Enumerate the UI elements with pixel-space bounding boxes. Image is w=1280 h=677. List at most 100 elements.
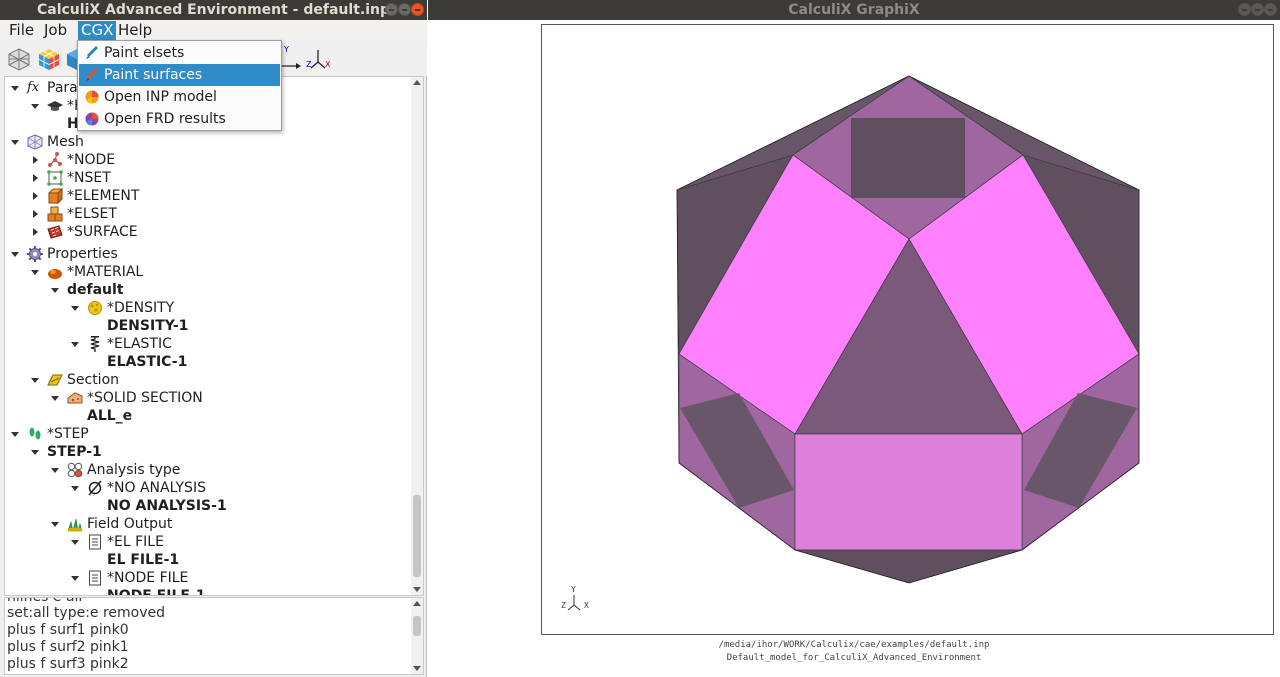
footer-description: Default_model_for_CalculiX_Advanced_Envi… bbox=[726, 653, 982, 663]
tree-item-label: *NSET bbox=[67, 170, 111, 186]
tree-item-label: *ELSET bbox=[67, 206, 117, 222]
maximize-button[interactable] bbox=[398, 3, 411, 16]
tree-item-elset[interactable]: *ELSET bbox=[5, 205, 405, 223]
tree-item-density-1[interactable]: DENSITY-1 bbox=[5, 317, 405, 335]
spring-icon bbox=[90, 336, 100, 352]
footsteps-icon bbox=[29, 427, 41, 440]
tree-item-section[interactable]: Section bbox=[5, 371, 405, 389]
tree-item-nset[interactable]: *NSET bbox=[5, 169, 405, 187]
triad-axis bbox=[567, 604, 575, 611]
graphix-title: CalculiX GraphiX bbox=[428, 0, 1280, 20]
maximize-button[interactable] bbox=[1251, 3, 1264, 16]
tree-item-density[interactable]: *DENSITY bbox=[5, 299, 405, 317]
tree-item-elastic-1[interactable]: ELASTIC-1 bbox=[5, 353, 405, 371]
log-scroll-thumb[interactable] bbox=[413, 616, 421, 636]
tree-item-label: *MATERIAL bbox=[67, 264, 144, 280]
tree-item-label: *ELEMENT bbox=[67, 188, 140, 204]
tree-item-analysis-type[interactable]: Analysis type bbox=[5, 461, 405, 479]
tree-item-step-1[interactable]: STEP-1 bbox=[5, 443, 405, 461]
footer-file-path: /media/ihor/WORK/Calculix/cae/examples/d… bbox=[718, 640, 990, 650]
close-button[interactable] bbox=[411, 3, 424, 16]
element-icon bbox=[47, 188, 63, 204]
triad-label-y: Y bbox=[571, 585, 576, 594]
tree-item-label: DENSITY-1 bbox=[107, 318, 189, 334]
tree-item-node[interactable]: *NODE bbox=[5, 151, 405, 169]
menu-file[interactable]: File bbox=[6, 21, 37, 40]
window-title: CalculiX Advanced Environment - default.… bbox=[0, 0, 427, 20]
model-tree[interactable]: fx Para *H H Mesh *NODE *NSET *ELEMENT *… bbox=[4, 76, 424, 596]
menu-help[interactable]: Help bbox=[115, 21, 155, 40]
tree-item-step[interactable]: *STEP bbox=[5, 425, 405, 443]
tree-item-all-e[interactable]: ALL_e bbox=[5, 407, 405, 425]
tree-item-no-analysis[interactable]: *NO ANALYSIS bbox=[5, 479, 405, 497]
analysis-icon bbox=[67, 462, 83, 478]
mesh-icon bbox=[27, 134, 43, 150]
face bbox=[794, 549, 1023, 584]
scroll-down-icon[interactable] bbox=[413, 587, 421, 592]
graphics-viewport[interactable]: Y Z X bbox=[541, 24, 1274, 635]
tree-item-label: ELASTIC-1 bbox=[107, 354, 188, 370]
elset-icon bbox=[47, 206, 63, 222]
menu-item-paint-surfaces[interactable]: Paint surfaces bbox=[79, 64, 280, 86]
tree-item-el-file[interactable]: *EL FILE bbox=[5, 533, 405, 551]
graduation-cap-icon bbox=[47, 101, 63, 111]
paint-elsets-icon bbox=[86, 45, 99, 59]
empty-set-icon bbox=[88, 480, 102, 496]
tree-item-label: NO ANALYSIS-1 bbox=[107, 498, 227, 514]
close-button[interactable] bbox=[1264, 3, 1277, 16]
tree-item-properties[interactable]: Properties bbox=[5, 245, 405, 263]
face bbox=[851, 118, 965, 198]
tree-item-mesh[interactable]: Mesh bbox=[5, 133, 405, 151]
tree-item-material[interactable]: *MATERIAL bbox=[5, 263, 405, 281]
density-icon bbox=[88, 301, 102, 315]
mesh-cube-icon[interactable] bbox=[7, 47, 31, 71]
tree-item-el-file-1[interactable]: EL FILE-1 bbox=[5, 551, 405, 569]
paint-surfaces-icon bbox=[86, 67, 99, 81]
tree-item-label: Analysis type bbox=[87, 462, 181, 478]
menu-item-open-inp[interactable]: Open INP model bbox=[79, 86, 280, 108]
menu-item-open-frd[interactable]: Open FRD results bbox=[79, 108, 280, 130]
tree-item-label: EL FILE-1 bbox=[107, 552, 180, 568]
menu-item-label: Paint surfaces bbox=[104, 67, 203, 83]
gear-icon bbox=[27, 246, 43, 262]
triad-label-x: X bbox=[584, 601, 589, 610]
log-line: plus f surf1 pink0 bbox=[7, 622, 129, 638]
minimize-button[interactable] bbox=[385, 3, 398, 16]
scroll-down-icon[interactable] bbox=[413, 666, 421, 671]
menu-item-label: Open FRD results bbox=[104, 111, 226, 127]
tree-item-label: *EL FILE bbox=[107, 534, 164, 550]
tree-item-default[interactable]: default bbox=[5, 281, 405, 299]
menu-item-paint-elsets[interactable]: Paint elsets bbox=[79, 42, 280, 64]
scroll-up-icon[interactable] bbox=[413, 80, 421, 85]
tree-item-label: Properties bbox=[47, 246, 118, 262]
toolbar-axis-x: X bbox=[325, 60, 331, 69]
window-title-text: CalculiX Advanced Environment - default.… bbox=[36, 2, 390, 18]
triad-axis bbox=[573, 604, 581, 611]
tree-item-surface[interactable]: *SURFACE bbox=[5, 223, 405, 241]
minimize-button[interactable] bbox=[1238, 3, 1251, 16]
color-cube-icon[interactable] bbox=[37, 47, 61, 71]
log-output[interactable]: nlines e all set:all type:e removed plus… bbox=[4, 597, 424, 675]
tree-item-label: *SURFACE bbox=[67, 224, 138, 240]
scroll-up-icon[interactable] bbox=[413, 601, 421, 606]
tree-item-label: *SOLID SECTION bbox=[87, 390, 203, 406]
solid-section-icon bbox=[67, 392, 83, 404]
log-scrollbar[interactable] bbox=[411, 598, 423, 674]
tree-item-node-file-1[interactable]: NODE FILE-1 bbox=[5, 587, 405, 595]
menu-job[interactable]: Job bbox=[41, 21, 70, 40]
tree-item-element[interactable]: *ELEMENT bbox=[5, 187, 405, 205]
tree-item-field-output[interactable]: Field Output bbox=[5, 515, 405, 533]
menu-cgx[interactable]: CGX bbox=[78, 21, 117, 40]
node-icon bbox=[48, 152, 62, 167]
tree-item-node-file[interactable]: *NODE FILE bbox=[5, 569, 405, 587]
tree-item-label: Mesh bbox=[47, 134, 84, 150]
tree-scroll-thumb[interactable] bbox=[413, 495, 421, 577]
model-render[interactable] bbox=[542, 25, 1275, 636]
tree-item-no-analysis-1[interactable]: NO ANALYSIS-1 bbox=[5, 497, 405, 515]
material-icon bbox=[48, 269, 62, 279]
tree-scrollbar[interactable] bbox=[411, 77, 423, 595]
tree-item-elastic[interactable]: *ELASTIC bbox=[5, 335, 405, 353]
menu-item-label: Open INP model bbox=[104, 89, 217, 105]
tree-item-label: ALL_e bbox=[87, 408, 133, 424]
tree-item-solid-section[interactable]: *SOLID SECTION bbox=[5, 389, 405, 407]
